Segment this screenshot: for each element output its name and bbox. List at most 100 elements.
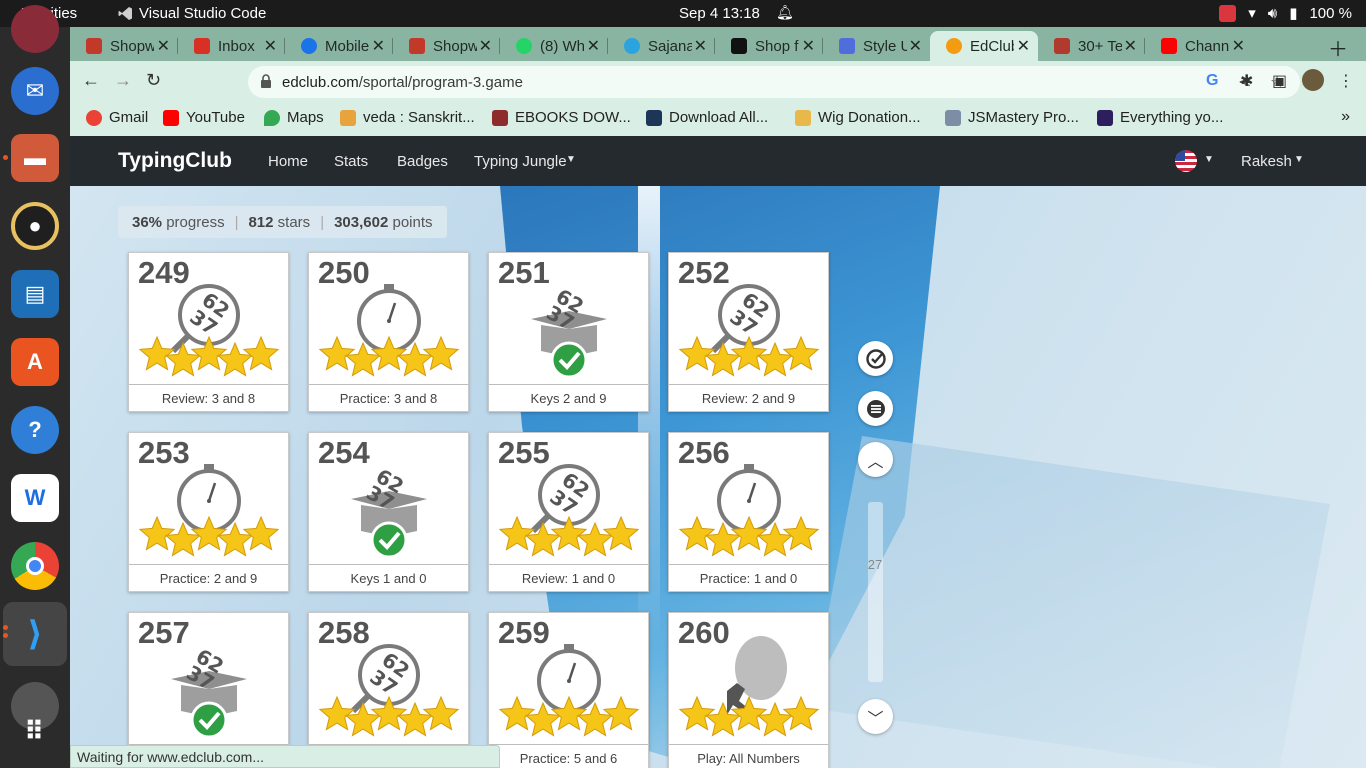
bookmark-label: Wig Donation... xyxy=(818,109,921,126)
lesson-card[interactable]: 62 37 249 Review: 3 and 8 xyxy=(128,252,289,412)
progress-summary: 36% progress | 812 stars | 303,602 point… xyxy=(118,206,447,238)
app-center-icon[interactable]: A xyxy=(11,338,59,386)
site-logo[interactable]: TypingClub xyxy=(118,149,232,173)
close-icon[interactable]: ✕ xyxy=(587,36,600,56)
close-icon[interactable]: ✕ xyxy=(909,36,922,56)
user-menu[interactable]: Rakesh xyxy=(1241,153,1292,170)
nav-stats[interactable]: Stats xyxy=(334,153,368,170)
bookmark-youtube[interactable]: YouTube xyxy=(163,109,245,126)
menu-kebab-icon[interactable]: ⋮ xyxy=(1338,71,1354,91)
lesson-card[interactable]: 250 Practice: 3 and 8 xyxy=(308,252,469,412)
close-icon[interactable]: ✕ xyxy=(1232,36,1245,56)
browser-tab[interactable]: Chann ✕ xyxy=(1145,31,1253,61)
url-domain: edclub.com xyxy=(282,74,359,91)
side-panel-icon[interactable]: ▣ xyxy=(1272,71,1287,91)
address-bar[interactable]: edclub.com/sportal/program-3.game G ⋖ ☆ xyxy=(248,66,1300,98)
close-icon[interactable]: ✕ xyxy=(1124,36,1137,56)
rhythmbox-icon[interactable]: ● xyxy=(11,202,59,250)
browser-tab[interactable]: Shopw ✕ xyxy=(393,31,500,61)
browser-tab[interactable]: Style U ✕ xyxy=(823,31,930,61)
lesson-card[interactable]: 259 Practice: 5 and 6 xyxy=(488,612,649,768)
new-tab-icon[interactable]: ＋ xyxy=(1328,33,1348,62)
browser-tab[interactable]: 30+ Te ✕ xyxy=(1038,31,1145,61)
google-icon xyxy=(86,109,102,126)
star-icon xyxy=(576,521,614,557)
bookmark-ebooks[interactable]: EBOOKS DOW... xyxy=(492,109,631,126)
files-icon[interactable]: ▬ xyxy=(11,134,59,182)
bookmarks-overflow-icon[interactable]: » xyxy=(1341,108,1350,126)
show-applications-icon[interactable]: ⠿ xyxy=(11,707,59,755)
lesson-label: Practice: 3 and 8 xyxy=(309,384,468,411)
dock-app-icon-partial[interactable] xyxy=(11,5,59,53)
system-tray[interactable]: ▾ 🔊︎ ▮ 100 % xyxy=(1219,4,1352,22)
bookmark-wig[interactable]: Wig Donation... xyxy=(795,109,921,126)
libreoffice-writer-icon[interactable]: ▤ xyxy=(11,270,59,318)
bookmark-jsmastery[interactable]: JSMastery Pro... xyxy=(945,109,1079,126)
nav-badges[interactable]: Badges xyxy=(397,153,448,170)
list-view-button[interactable] xyxy=(858,391,893,426)
vscode-icon[interactable]: ⟩ xyxy=(11,610,59,658)
progress-percent: 36% progress xyxy=(132,213,225,231)
nav-home[interactable]: Home xyxy=(268,153,308,170)
bell-icon[interactable]: 🔔︎ xyxy=(776,4,794,21)
chevron-down-icon: ﹀ xyxy=(867,710,884,728)
close-icon[interactable]: ✕ xyxy=(372,36,385,56)
bookmark-everything[interactable]: Everything yo... xyxy=(1097,109,1223,126)
bookmark-label: Maps xyxy=(287,109,324,126)
bookmark-download[interactable]: Download All... xyxy=(646,109,768,126)
reload-icon[interactable]: ↻ xyxy=(146,70,161,91)
help-icon[interactable]: ? xyxy=(11,406,59,454)
thunderbird-icon[interactable]: ✉ xyxy=(11,67,59,115)
browser-tab[interactable]: Mobile ✕ xyxy=(285,31,393,61)
extensions-icon[interactable]: ✱ xyxy=(1240,71,1253,91)
lesson-card[interactable]: 62 37 255 Review: 1 and 0 xyxy=(488,432,649,592)
jsmastery-icon xyxy=(945,109,961,126)
browser-tab[interactable]: Sajana ✕ xyxy=(608,31,715,61)
lesson-card[interactable]: 62 37 251 Keys 2 and 9 xyxy=(488,252,649,412)
scroll-up-button[interactable]: ︿ xyxy=(858,442,893,477)
lesson-card[interactable]: 62 37 252 Review: 2 and 9 xyxy=(668,252,829,412)
completed-filter-button[interactable] xyxy=(858,341,893,376)
webex-icon[interactable]: W xyxy=(11,474,59,522)
close-icon[interactable]: ✕ xyxy=(157,36,170,56)
close-icon[interactable]: ✕ xyxy=(802,36,815,56)
scroll-down-button[interactable]: ﹀ xyxy=(858,699,893,734)
lesson-card[interactable]: 256 Practice: 1 and 0 xyxy=(668,432,829,592)
tab-title: EdClub xyxy=(970,37,1014,55)
app-name: Visual Studio Code xyxy=(139,5,267,22)
lesson-scrollbar[interactable] xyxy=(868,502,883,682)
clock[interactable]: Sep 4 13:18 xyxy=(679,5,760,22)
browser-tab[interactable]: (8) Wh ✕ xyxy=(500,31,608,61)
bookmark-gmail[interactable]: Gmail xyxy=(86,109,148,126)
browser-tab[interactable]: Shopw ✕ xyxy=(70,31,178,61)
back-icon[interactable]: ← xyxy=(82,70,100,91)
lesson-card[interactable]: 260 Play: All Numbers xyxy=(668,612,829,768)
tab-title: (8) Wh xyxy=(540,37,584,55)
close-icon[interactable]: ✕ xyxy=(479,36,492,56)
lesson-number: 251 xyxy=(498,255,550,290)
chrome-icon[interactable] xyxy=(11,542,59,590)
star-icon xyxy=(678,695,716,731)
close-icon[interactable]: ✕ xyxy=(694,36,707,56)
browser-tab-active[interactable]: EdClub✕ xyxy=(930,31,1038,61)
profile-avatar[interactable] xyxy=(1302,69,1324,91)
app-menu[interactable]: Visual Studio Code xyxy=(118,5,266,22)
lesson-label: Review: 3 and 8 xyxy=(129,384,288,411)
browser-tab[interactable]: Inbox ✕ xyxy=(178,31,285,61)
browser-tab[interactable]: Shop f ✕ xyxy=(715,31,823,61)
lesson-card[interactable]: 253 Practice: 2 and 9 xyxy=(128,432,289,592)
bookmark-veda[interactable]: veda : Sanskrit... xyxy=(340,109,475,126)
scroll-position: 27 xyxy=(867,557,883,572)
ebooks-icon xyxy=(492,109,508,126)
nav-typing-jungle[interactable]: Typing Jungle xyxy=(474,153,567,170)
close-icon[interactable]: ✕ xyxy=(1017,36,1030,56)
bookmark-maps[interactable]: Maps xyxy=(264,109,324,126)
google-lens-icon[interactable]: G xyxy=(1206,72,1218,90)
close-icon[interactable]: ✕ xyxy=(264,36,277,56)
list-icon xyxy=(866,399,885,418)
lesson-card[interactable]: 62 37 254 Keys 1 and 0 xyxy=(308,432,469,592)
star-icon xyxy=(318,335,356,371)
forward-icon[interactable]: → xyxy=(114,70,132,91)
us-flag-icon[interactable] xyxy=(1175,150,1197,172)
stars-count: 812 stars xyxy=(248,213,311,231)
